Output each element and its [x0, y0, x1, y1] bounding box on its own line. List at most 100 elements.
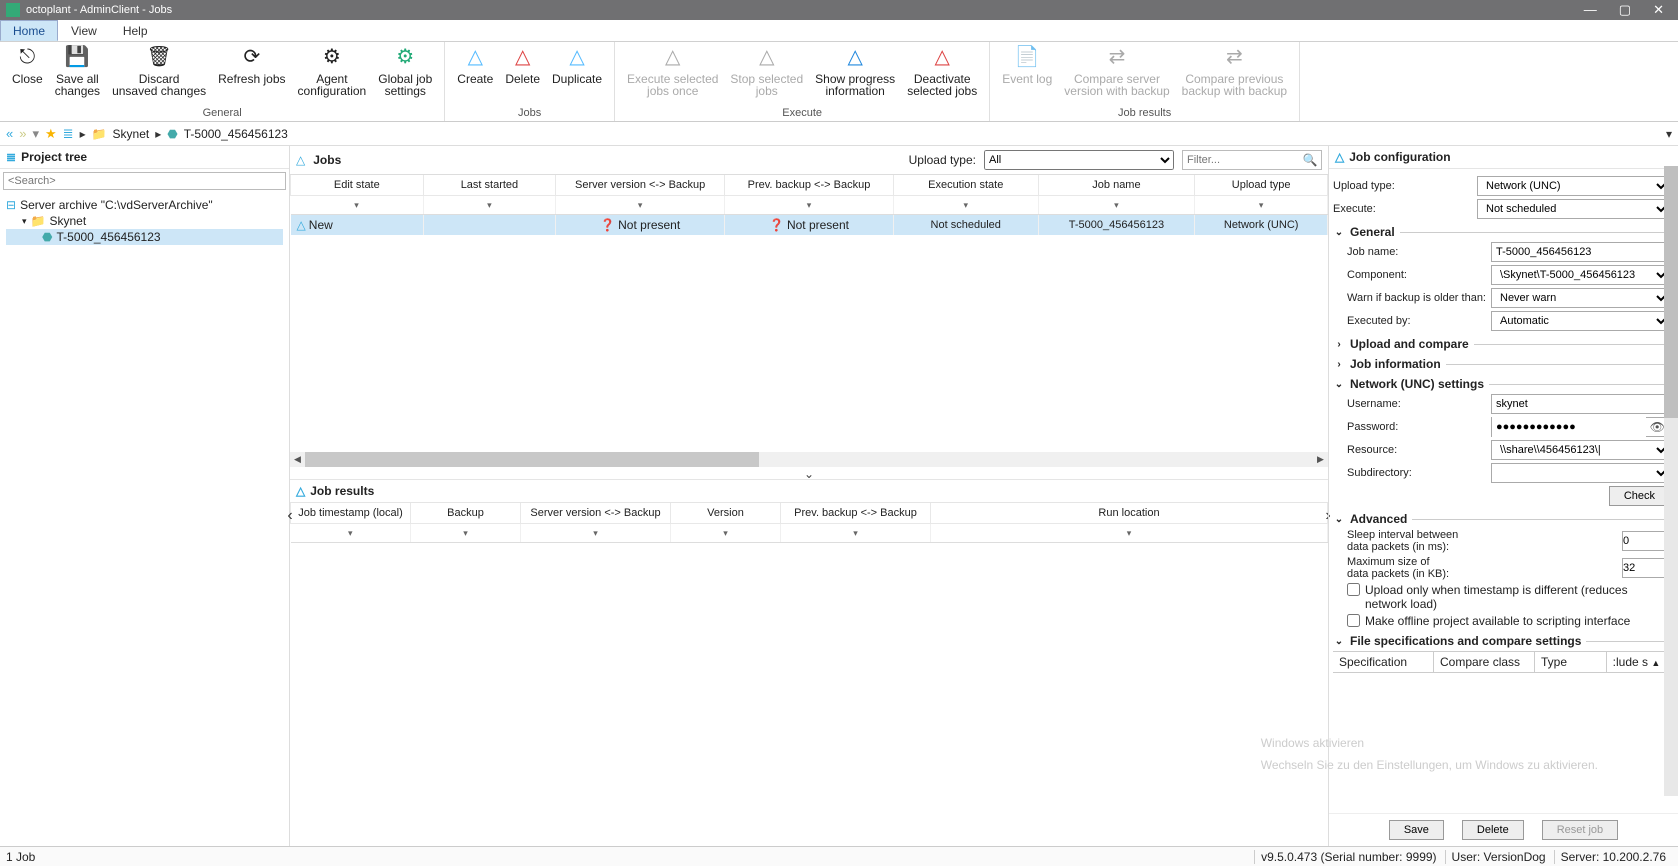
col-prev-backup[interactable]: Prev. backup <-> Backup — [725, 175, 894, 196]
filter-exec[interactable]: ▾ — [893, 196, 1038, 215]
col-srv-backup[interactable]: Server version <-> Backup — [556, 175, 725, 196]
cfg-execute[interactable]: Not scheduled — [1477, 199, 1670, 219]
center-splitter[interactable]: ⌄ — [290, 467, 1328, 479]
list-icon[interactable]: ≣ — [63, 126, 74, 142]
cfg-warn[interactable]: Never warn — [1491, 288, 1670, 308]
save-all-button[interactable]: 💾Save all changes — [49, 44, 106, 97]
col-job-name[interactable]: Job name — [1038, 175, 1195, 196]
check-button[interactable]: Check — [1609, 486, 1670, 506]
filter-edit-state[interactable]: ▾ — [291, 196, 424, 215]
tree-component[interactable]: ⬣T-5000_456456123 — [6, 229, 283, 245]
chevron-right-icon[interactable]: › — [1333, 339, 1345, 350]
maximize-button[interactable]: ▢ — [1619, 2, 1631, 18]
group-jobs-label: Jobs — [451, 107, 608, 121]
chevron-down-icon[interactable]: ⌄ — [1333, 379, 1345, 390]
search-icon[interactable]: 🔍 — [1301, 153, 1319, 167]
star-icon[interactable]: ★ — [45, 126, 57, 142]
cfg-subdir[interactable] — [1491, 463, 1670, 483]
close-window-button[interactable]: ✕ — [1653, 2, 1664, 18]
jobs-filter-input[interactable] — [1183, 154, 1301, 166]
nav-back-icon[interactable]: « — [6, 126, 13, 141]
cfg-executed-by[interactable]: Automatic — [1491, 311, 1670, 331]
log-icon: 📄 — [1014, 44, 1040, 70]
filter-prev[interactable]: ▾ — [725, 196, 894, 215]
filter-srv[interactable]: ▾ — [556, 196, 725, 215]
tab-help[interactable]: Help — [110, 20, 161, 41]
tree-archive[interactable]: ⊟Server archive "C:\vdServerArchive" — [6, 197, 283, 213]
chevron-down-icon[interactable]: ⌄ — [1333, 514, 1345, 525]
minimize-button[interactable]: — — [1584, 2, 1597, 18]
duplicate-button[interactable]: △Duplicate — [546, 44, 608, 85]
duplicate-icon: △ — [564, 44, 590, 70]
status-user: User: VersionDog — [1445, 850, 1552, 864]
global-job-settings-button[interactable]: ⚙Global job settings — [372, 44, 438, 97]
deactivate-button[interactable]: △Deactivate selected jobs — [901, 44, 983, 97]
cfg-username[interactable] — [1491, 394, 1670, 414]
chevron-right-icon[interactable]: › — [1333, 359, 1345, 370]
tree-folder[interactable]: ▾📁Skynet — [6, 213, 283, 229]
component-icon: ⬣ — [167, 127, 177, 141]
delete-button[interactable]: △Delete — [499, 44, 546, 85]
nav-fwd-icon[interactable]: » — [19, 126, 26, 141]
cfg-resource[interactable]: \\share\\456456123\| — [1491, 440, 1670, 460]
folder-icon: 📁 — [92, 127, 107, 141]
cfg-sleep[interactable] — [1622, 531, 1670, 551]
upload-type-filter[interactable]: All — [984, 150, 1174, 170]
rcol-ts[interactable]: Job timestamp (local) — [291, 503, 411, 524]
status-version: v9.5.0.473 (Serial number: 9999) — [1254, 850, 1442, 864]
tab-view[interactable]: View — [58, 20, 110, 41]
job-results-title: Job results — [310, 484, 374, 498]
component-tree-icon: ⬣ — [42, 230, 52, 244]
cfg-component[interactable]: \Skynet\T-5000_456456123 — [1491, 265, 1670, 285]
status-server: Server: 10.200.2.76 — [1554, 850, 1672, 864]
jobs-hscroll[interactable]: ◀▶ — [290, 452, 1328, 467]
project-tree-header: ≣ Project tree — [0, 146, 289, 169]
rcol-ver[interactable]: Version — [671, 503, 781, 524]
save-button[interactable]: Save — [1389, 820, 1444, 840]
window-title: octoplant - AdminClient - Jobs — [26, 4, 1584, 16]
rcol-backup[interactable]: Backup — [411, 503, 521, 524]
bc-root[interactable]: Skynet — [113, 127, 150, 141]
compare-prev-icon: ⇄ — [1221, 44, 1247, 70]
rcol-prev[interactable]: Prev. backup <-> Backup — [781, 503, 931, 524]
close-button[interactable]: ⎋Close — [6, 44, 49, 85]
reset-job-button[interactable]: Reset job — [1542, 820, 1618, 840]
filter-last-started[interactable]: ▾ — [423, 196, 556, 215]
create-button[interactable]: △Create — [451, 44, 499, 85]
col-edit-state[interactable]: Edit state — [291, 175, 424, 196]
tree-search-input[interactable] — [3, 172, 286, 190]
deactivate-icon: △ — [929, 44, 955, 70]
chk-upload-ts[interactable] — [1347, 583, 1360, 596]
filter-type[interactable]: ▾ — [1195, 196, 1328, 215]
agent-config-button[interactable]: ⚙Agent configuration — [292, 44, 373, 97]
config-icon: △ — [1335, 150, 1344, 164]
chevron-down-icon[interactable]: ⌄ — [1333, 227, 1345, 238]
col-upload-type[interactable]: Upload type — [1195, 175, 1328, 196]
cfg-upload-type[interactable]: Network (UNC) — [1477, 176, 1670, 196]
refresh-jobs-button[interactable]: ⟳Refresh jobs — [212, 44, 291, 85]
rcol-loc[interactable]: Run location — [931, 503, 1328, 524]
job-row[interactable]: △ New ❓ Not present ❓ Not present Not sc… — [291, 215, 1328, 236]
show-progress-button[interactable]: △Show progress information — [809, 44, 901, 97]
bc-node[interactable]: T-5000_456456123 — [184, 127, 288, 141]
breadcrumb-expand[interactable]: ▾ — [1666, 127, 1672, 141]
discard-button[interactable]: 🗑Discard unsaved changes — [106, 44, 212, 97]
cfg-maxsize[interactable] — [1622, 558, 1670, 578]
col-last-started[interactable]: Last started — [423, 175, 556, 196]
cmp-server-button: ⇄Compare server version with backup — [1058, 44, 1175, 97]
filter-name[interactable]: ▾ — [1038, 196, 1195, 215]
stop-jobs-button: △Stop selected jobs — [724, 44, 809, 97]
ribbon: ⎋Close 💾Save all changes 🗑Discard unsave… — [0, 42, 1678, 122]
cfg-job-name[interactable] — [1491, 242, 1670, 262]
tab-home[interactable]: Home — [0, 20, 58, 41]
cfg-password[interactable] — [1492, 417, 1646, 437]
chevron-down-icon[interactable]: ⌄ — [1333, 636, 1345, 647]
job-status-icon: △ — [297, 218, 306, 232]
col-exec-state[interactable]: Execution state — [893, 175, 1038, 196]
nav-down-icon[interactable]: ▾ — [32, 126, 39, 142]
rcol-srv[interactable]: Server version <-> Backup — [521, 503, 671, 524]
chk-offline[interactable] — [1347, 614, 1360, 627]
delete-job-button[interactable]: Delete — [1462, 820, 1524, 840]
config-vscroll[interactable] — [1664, 166, 1678, 796]
collapse-left-toggle[interactable]: ‹ — [284, 496, 296, 536]
